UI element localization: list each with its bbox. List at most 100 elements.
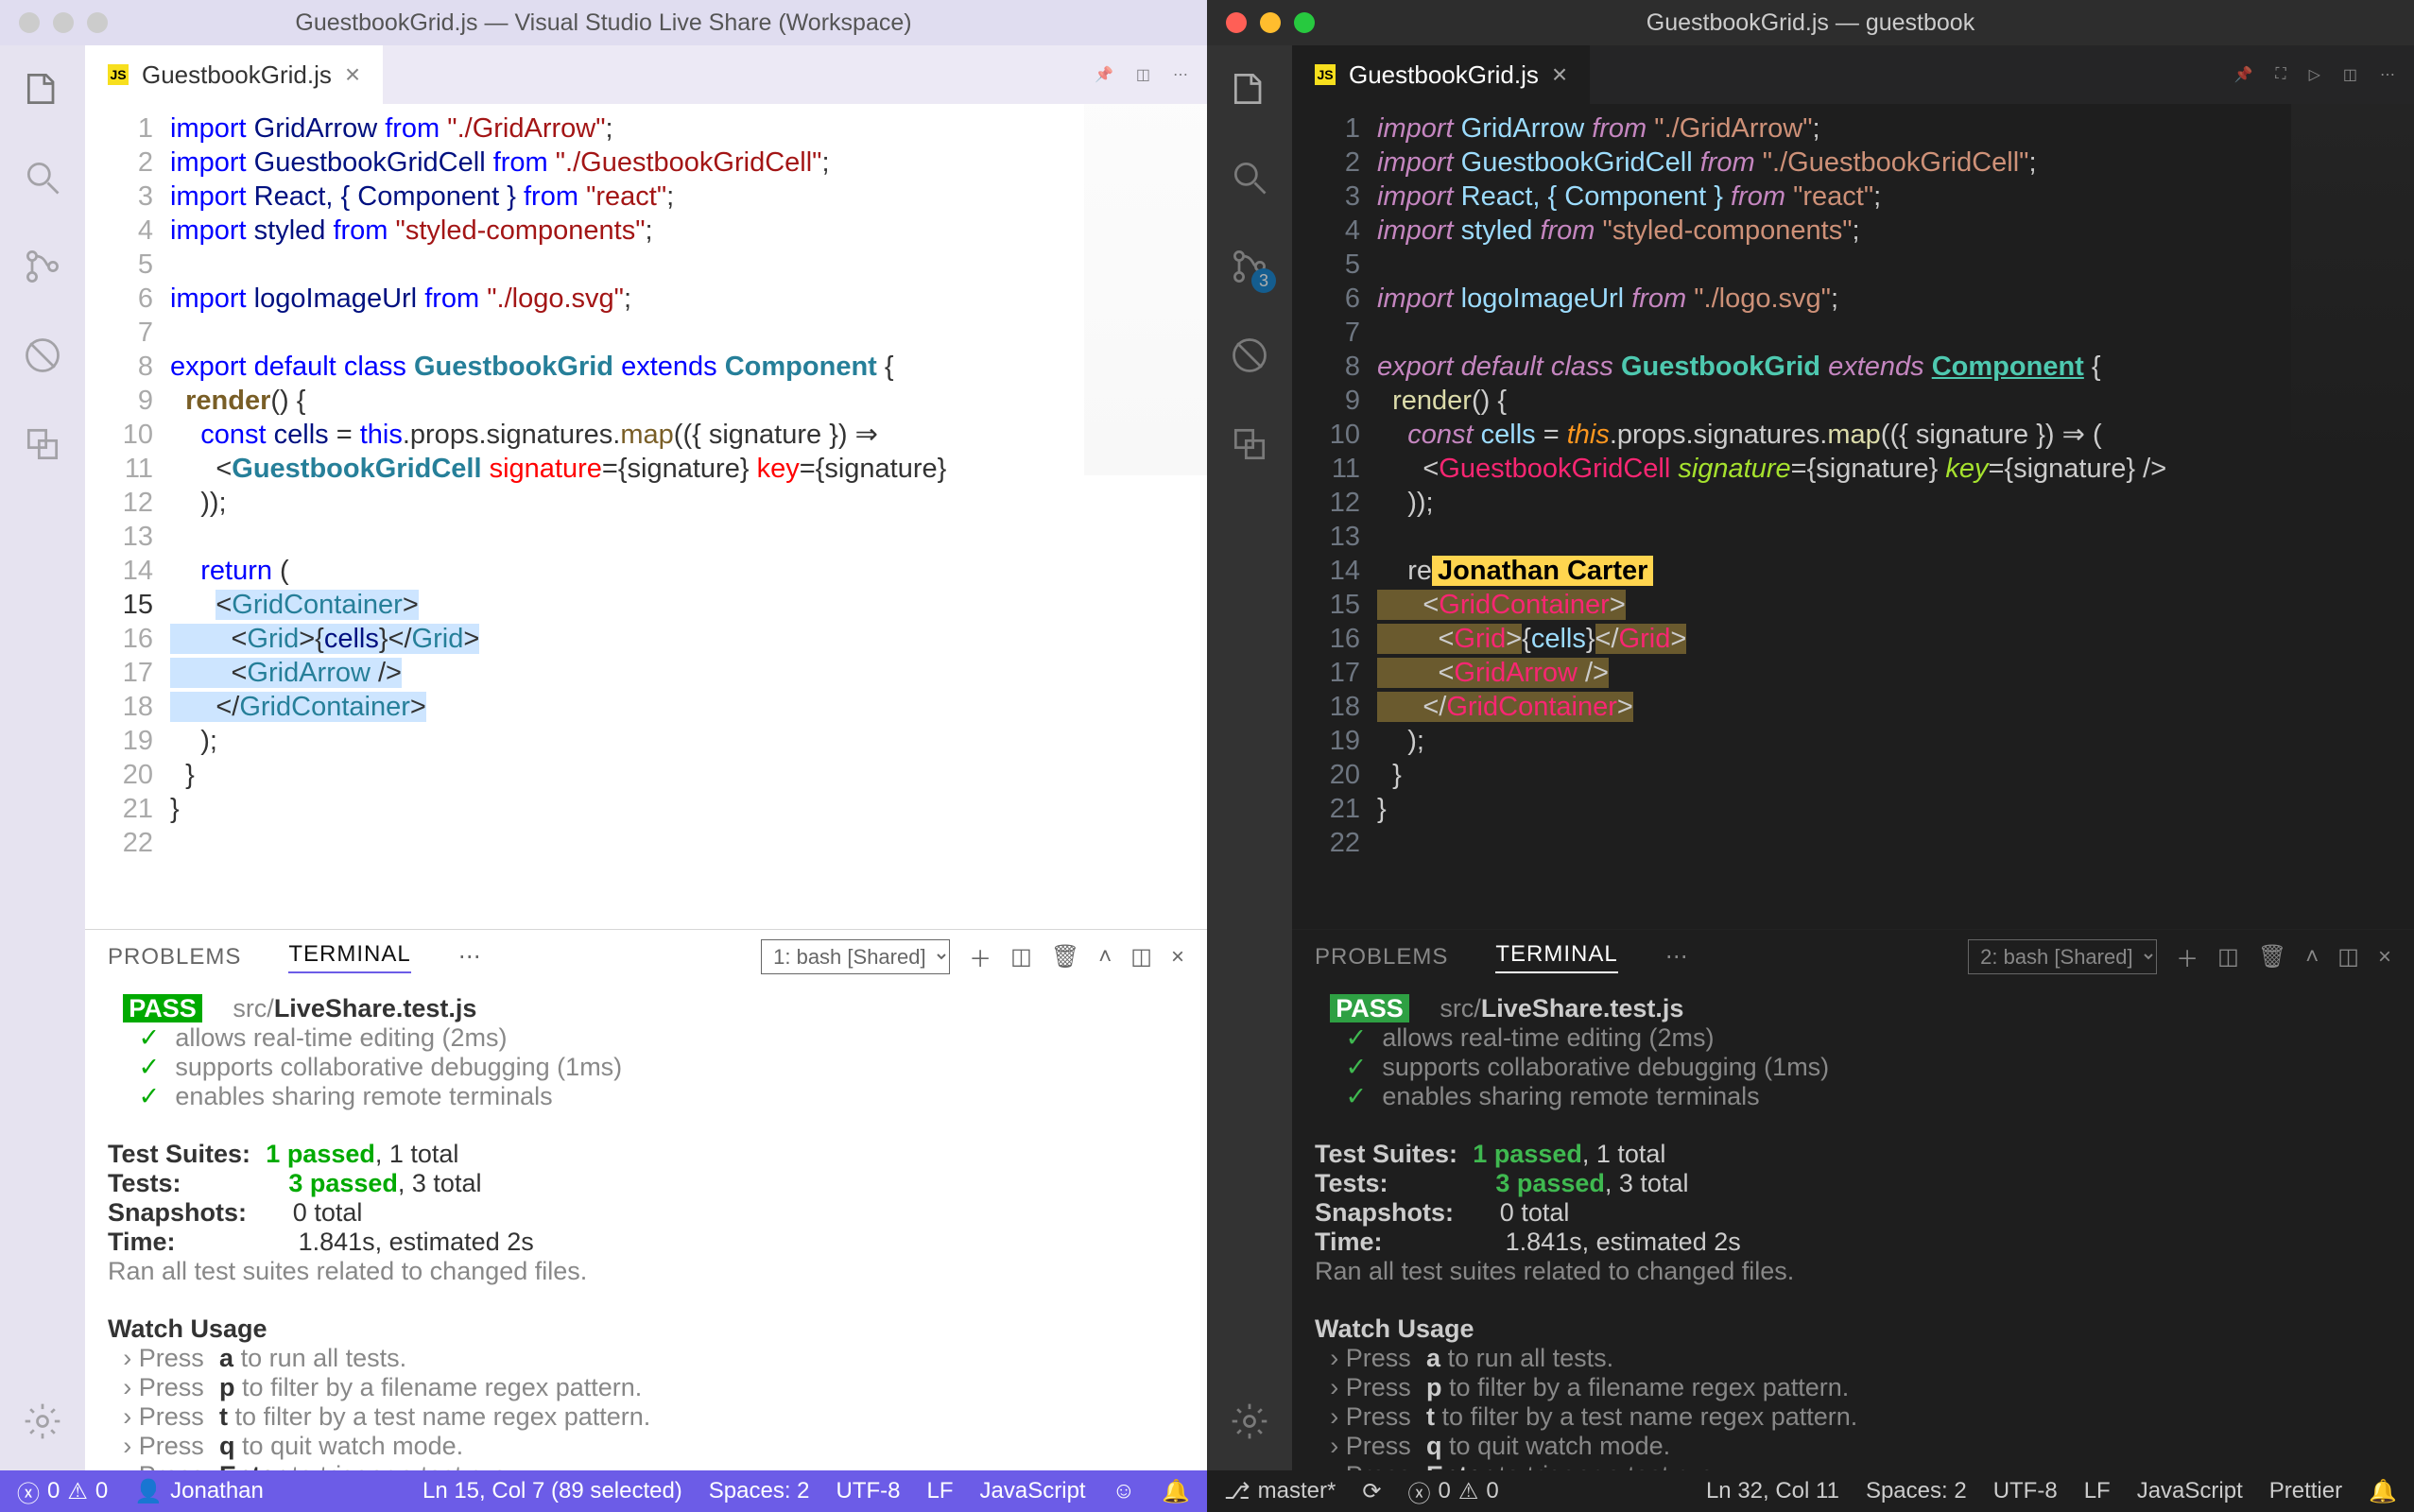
liveshare-icon[interactable] [1229, 423, 1270, 465]
split-editor-icon[interactable]: ◫ [1136, 65, 1150, 84]
window-title: GuestbookGrid.js — guestbook [1222, 9, 2399, 37]
status-errors[interactable]: ⓧ 0 ⚠ 0 [17, 1475, 108, 1508]
explorer-icon[interactable] [1229, 68, 1270, 110]
code-editor[interactable]: 12345678910111213141516171819202122 impo… [1292, 104, 2414, 929]
maximize-panel-icon[interactable]: ◫ [2337, 943, 2359, 971]
traffic-lights [19, 12, 108, 33]
minimap[interactable] [1084, 104, 1207, 475]
maximize-icon[interactable] [1294, 12, 1315, 33]
split-editor-icon[interactable]: ◫ [2343, 65, 2357, 84]
status-cursor[interactable]: Ln 32, Col 11 [1706, 1478, 1839, 1504]
activity-bar: 3 [1207, 45, 1292, 1470]
code-content[interactable]: import GridArrow from "./GridArrow"; imp… [1377, 104, 2414, 929]
terminal-selector[interactable]: 2: bash [Shared] [1968, 939, 2157, 974]
vscode-window-dark: GuestbookGrid.js — guestbook 3 JS Guestb… [1207, 0, 2414, 1512]
panel-more-icon[interactable]: ⋯ [458, 943, 481, 971]
maximize-panel-icon[interactable]: ◫ [1130, 943, 1152, 971]
close-panel-icon[interactable]: × [1171, 944, 1184, 971]
feedback-icon[interactable]: ☺ [1112, 1478, 1136, 1504]
editor-tab[interactable]: JS GuestbookGrid.js × [85, 45, 383, 104]
editor-group: JS GuestbookGrid.js × 📌 ⛶ ▷ ◫ ⋯ 12345678… [1292, 45, 2414, 1470]
focus-icon[interactable]: ⛶ [2275, 66, 2285, 83]
terminal-output[interactable]: PASS src/LiveShare.test.js ✓ allows real… [1292, 985, 2414, 1470]
close-tab-icon[interactable]: × [1552, 60, 1567, 90]
search-icon[interactable] [22, 157, 63, 198]
scm-badge: 3 [1251, 268, 1276, 293]
collaborator-cursor: Jonathan Carter [1432, 556, 1653, 586]
kill-terminal-icon[interactable]: 🗑 [2258, 943, 2286, 971]
status-formatter[interactable]: Prettier [2269, 1478, 2342, 1504]
search-icon[interactable] [1229, 157, 1270, 198]
status-bar: ⓧ 0 ⚠ 0 👤 Jonathan Ln 15, Col 7 (89 sele… [0, 1470, 1207, 1512]
activity-bar [0, 45, 85, 1470]
debug-icon[interactable] [22, 335, 63, 376]
bottom-panel: PROBLEMS TERMINAL ⋯ 2: bash [Shared] ＋ ◫… [1292, 929, 2414, 1470]
status-encoding[interactable]: UTF-8 [836, 1478, 901, 1504]
split-terminal-icon[interactable]: ◫ [1010, 943, 1032, 971]
panel-more-icon[interactable]: ⋯ [1665, 943, 1688, 971]
js-file-icon: JS [1315, 64, 1336, 85]
bottom-panel: PROBLEMS TERMINAL ⋯ 1: bash [Shared] ＋ ◫… [85, 929, 1207, 1470]
editor-group: JS GuestbookGrid.js × 📌 ◫ ⋯ 123456789101… [85, 45, 1207, 1470]
terminal-selector[interactable]: 1: bash [Shared] [761, 939, 950, 974]
pin-icon[interactable]: 📌 [2233, 65, 2252, 84]
new-terminal-icon[interactable]: ＋ [969, 940, 991, 973]
pin-icon[interactable]: 📌 [1095, 65, 1113, 84]
more-actions-icon[interactable]: ⋯ [1173, 65, 1188, 84]
code-editor[interactable]: 12345678910111213141516171819202122 impo… [85, 104, 1207, 929]
more-actions-icon[interactable]: ⋯ [2380, 65, 2395, 84]
panel-tabs: PROBLEMS TERMINAL ⋯ 1: bash [Shared] ＋ ◫… [85, 930, 1207, 985]
debug-icon[interactable] [1229, 335, 1270, 376]
minimize-icon[interactable] [1260, 12, 1281, 33]
tab-bar: JS GuestbookGrid.js × 📌 ⛶ ▷ ◫ ⋯ [1292, 45, 2414, 104]
close-panel-icon[interactable]: × [2378, 944, 2391, 971]
status-eol[interactable]: LF [927, 1478, 954, 1504]
explorer-icon[interactable] [22, 68, 63, 110]
vscode-window-light: GuestbookGrid.js — Visual Studio Live Sh… [0, 0, 1207, 1512]
status-spaces[interactable]: Spaces: 2 [1866, 1478, 1967, 1504]
status-cursor[interactable]: Ln 15, Col 7 (89 selected) [422, 1478, 682, 1504]
problems-tab[interactable]: PROBLEMS [1315, 944, 1448, 971]
source-control-icon[interactable] [22, 246, 63, 287]
titlebar: GuestbookGrid.js — Visual Studio Live Sh… [0, 0, 1207, 45]
traffic-lights [1226, 12, 1315, 33]
panel-tabs: PROBLEMS TERMINAL ⋯ 2: bash [Shared] ＋ ◫… [1292, 930, 2414, 985]
status-eol[interactable]: LF [2084, 1478, 2111, 1504]
status-language[interactable]: JavaScript [2137, 1478, 2243, 1504]
tab-bar: JS GuestbookGrid.js × 📌 ◫ ⋯ [85, 45, 1207, 104]
close-tab-icon[interactable]: × [345, 60, 360, 90]
terminal-tab[interactable]: TERMINAL [288, 941, 410, 973]
terminal-output[interactable]: PASS src/LiveShare.test.js ✓ allows real… [85, 985, 1207, 1470]
settings-gear-icon[interactable] [22, 1400, 63, 1442]
notifications-icon[interactable]: 🔔 [1162, 1478, 1190, 1505]
line-numbers: 12345678910111213141516171819202122 [1292, 104, 1377, 929]
minimize-icon[interactable] [53, 12, 74, 33]
status-branch[interactable]: ⎇ master* [1224, 1478, 1336, 1505]
code-content[interactable]: import GridArrow from "./GridArrow"; imp… [170, 104, 1207, 929]
terminal-tab[interactable]: TERMINAL [1495, 941, 1617, 973]
settings-gear-icon[interactable] [1229, 1400, 1270, 1442]
split-terminal-icon[interactable]: ◫ [2217, 943, 2239, 971]
status-encoding[interactable]: UTF-8 [1993, 1478, 2058, 1504]
notifications-icon[interactable]: 🔔 [2369, 1478, 2397, 1505]
tab-filename: GuestbookGrid.js [142, 60, 332, 90]
close-icon[interactable] [19, 12, 40, 33]
status-language[interactable]: JavaScript [980, 1478, 1086, 1504]
kill-terminal-icon[interactable]: 🗑 [1051, 943, 1079, 971]
line-numbers: 12345678910111213141516171819202122 [85, 104, 170, 929]
liveshare-icon[interactable] [22, 423, 63, 465]
run-icon[interactable]: ▷ [2309, 65, 2320, 84]
close-icon[interactable] [1226, 12, 1247, 33]
editor-tab[interactable]: JS GuestbookGrid.js × [1292, 45, 1590, 104]
status-errors[interactable]: ⓧ 0 ⚠ 0 [1407, 1475, 1498, 1508]
minimap[interactable] [2291, 104, 2414, 475]
status-spaces[interactable]: Spaces: 2 [709, 1478, 810, 1504]
problems-tab[interactable]: PROBLEMS [108, 944, 241, 971]
status-user[interactable]: 👤 Jonathan [134, 1478, 264, 1505]
source-control-icon[interactable]: 3 [1229, 246, 1270, 287]
chevron-up-icon[interactable]: ˄ [1098, 944, 1112, 971]
new-terminal-icon[interactable]: ＋ [2176, 940, 2198, 973]
status-sync-icon[interactable]: ⟳ [1362, 1478, 1381, 1505]
maximize-icon[interactable] [87, 12, 108, 33]
chevron-up-icon[interactable]: ˄ [2305, 944, 2319, 971]
